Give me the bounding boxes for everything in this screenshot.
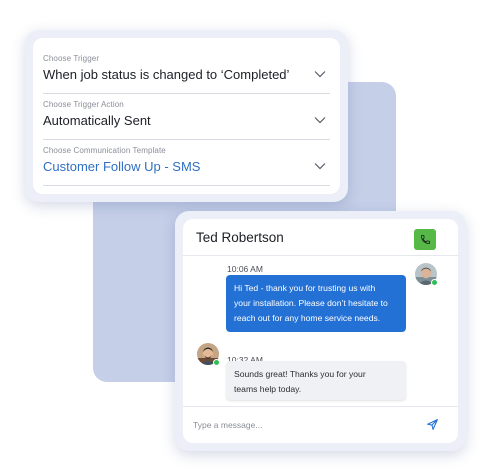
send-icon[interactable] <box>426 418 439 431</box>
contact-name: Ted Robertson <box>196 230 284 245</box>
chevron-down-icon[interactable] <box>314 162 326 170</box>
message-text-line: your installation. Please don’t hesitate… <box>234 298 388 308</box>
online-status-dot <box>213 359 220 366</box>
trigger-select[interactable]: Choose Trigger When job status is change… <box>43 48 330 94</box>
trigger-action-select-value: Automatically Sent <box>43 113 151 128</box>
chat-panel: Ted Robertson 10:06 AM Hi Ted - thank yo… <box>183 219 458 443</box>
message-timestamp: 10:06 AM <box>227 264 263 274</box>
message-text-line: reach out for any home service needs. <box>234 313 381 323</box>
trigger-settings-card: Choose Trigger When job status is change… <box>25 30 348 202</box>
message-composer <box>183 406 458 443</box>
trigger-select-value: When job status is changed to ‘Completed… <box>43 67 290 82</box>
trigger-action-select-label: Choose Trigger Action <box>43 100 124 109</box>
trigger-action-select[interactable]: Choose Trigger Action Automatically Sent <box>43 94 330 140</box>
chat-header: Ted Robertson <box>183 219 458 256</box>
message-input[interactable] <box>193 415 403 435</box>
chevron-down-icon[interactable] <box>314 70 326 78</box>
message-text-line: Sounds great! Thanks you for your <box>234 369 366 379</box>
agent-avatar[interactable] <box>197 343 220 366</box>
trigger-select-label: Choose Trigger <box>43 54 100 63</box>
trigger-settings-form: Choose Trigger When job status is change… <box>33 38 340 194</box>
communication-template-select-label: Choose Communication Template <box>43 146 166 155</box>
chevron-down-icon[interactable] <box>314 116 326 124</box>
chat-window: Ted Robertson 10:06 AM Hi Ted - thank yo… <box>175 211 466 451</box>
contact-avatar[interactable] <box>415 263 438 286</box>
phone-icon <box>420 234 430 245</box>
call-button[interactable] <box>414 229 436 250</box>
communication-template-select-value: Customer Follow Up - SMS <box>43 159 201 174</box>
online-status-dot <box>431 279 438 286</box>
message-text-line: Hi Ted - thank you for trusting us with <box>234 283 376 293</box>
incoming-message-bubble: Sounds great! Thanks you for your teams … <box>226 361 406 400</box>
message-text-line: teams help today. <box>234 384 302 394</box>
outgoing-message-bubble: Hi Ted - thank you for trusting us with … <box>226 275 406 332</box>
communication-template-select[interactable]: Choose Communication Template Customer F… <box>43 140 330 186</box>
